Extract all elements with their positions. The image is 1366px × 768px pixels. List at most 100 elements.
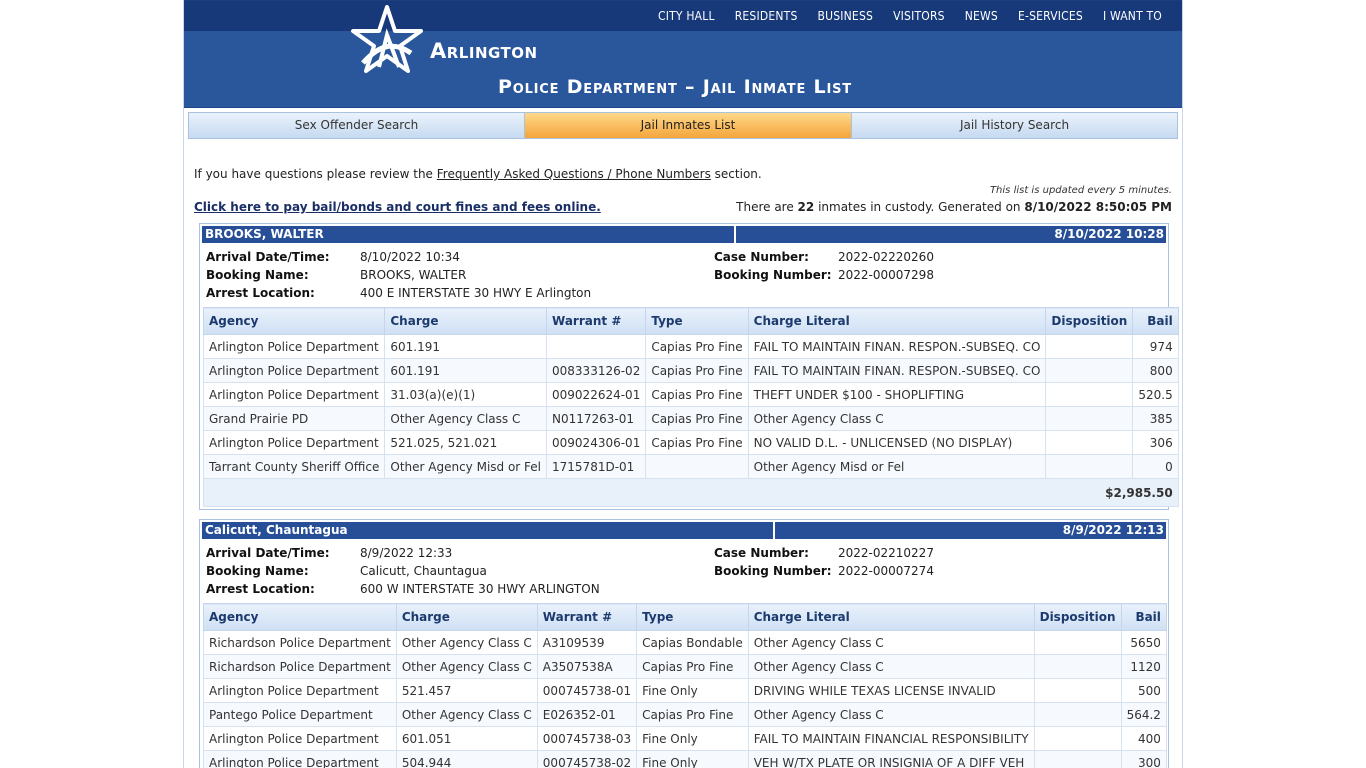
- cell-disposition: [1033, 726, 1122, 751]
- cell-type: [645, 454, 749, 479]
- col-bail: Bail: [1132, 307, 1179, 335]
- cell-agency: Arlington Police Department: [203, 678, 397, 703]
- col-warrant: Warrant #: [536, 603, 638, 631]
- cell-warrant: [546, 334, 647, 359]
- col-charge: Charge: [395, 603, 538, 631]
- inmate-header: BROOKS, WALTER 8/10/2022 10:28: [202, 226, 1166, 243]
- cell-type: Fine Only: [636, 750, 749, 768]
- cell-agency: Arlington Police Department: [203, 750, 397, 768]
- tab-jail-history-search[interactable]: Jail History Search: [852, 113, 1177, 138]
- cell-literal: Other Agency Class C: [747, 630, 1035, 655]
- table-row: Richardson Police Department Other Agenc…: [203, 630, 1167, 655]
- cell-charge: 521.457: [395, 678, 538, 703]
- cell-agency: Arlington Police Department: [202, 430, 386, 455]
- inmate-card: BROOKS, WALTER 8/10/2022 10:28 Arrival D…: [199, 223, 1179, 510]
- table-row: Arlington Police Department 601.191 Capi…: [202, 334, 1179, 359]
- cell-bail: 520.5: [1132, 382, 1179, 407]
- cell-literal: FAIL TO MAINTAIN FINAN. RESPON.-SUBSEQ. …: [747, 358, 1047, 383]
- cell-bail: 564.2: [1120, 702, 1167, 727]
- cell-warrant: 000745738-01: [536, 678, 638, 703]
- logo-text[interactable]: Arlington: [430, 39, 538, 63]
- cell-bail: 5650: [1120, 630, 1167, 655]
- cell-bail: 500: [1120, 678, 1167, 703]
- col-type: Type: [645, 307, 749, 335]
- cell-bail: 300: [1120, 750, 1167, 768]
- cell-agency: Arlington Police Department: [202, 358, 386, 383]
- tab-jail-inmates-list[interactable]: Jail Inmates List: [525, 113, 852, 138]
- col-disposition: Disposition: [1033, 603, 1122, 631]
- arrival-value: 8/10/2022 10:34: [360, 250, 460, 264]
- cell-agency: Arlington Police Department: [203, 726, 397, 751]
- col-charge-literal: Charge Literal: [747, 307, 1047, 335]
- nav-e-services[interactable]: E-SERVICES: [1018, 9, 1083, 23]
- tab-sex-offender-search[interactable]: Sex Offender Search: [189, 113, 525, 138]
- cell-disposition: [1045, 334, 1134, 359]
- cell-bail: 1120: [1120, 654, 1167, 679]
- nav-i-want-to[interactable]: I WANT TO: [1103, 9, 1162, 23]
- pay-bail-link[interactable]: Click here to pay bail/bonds and court f…: [194, 200, 601, 214]
- booking-number-label: Booking Number:: [714, 564, 832, 578]
- nav-business[interactable]: BUSINESS: [818, 9, 874, 23]
- cell-bail: 400: [1120, 726, 1167, 751]
- cell-warrant: 009022624-01: [546, 382, 647, 407]
- col-charge: Charge: [384, 307, 548, 335]
- cell-charge: Other Agency Class C: [384, 406, 548, 431]
- cell-literal: FAIL TO MAINTAIN FINAN. RESPON.-SUBSEQ. …: [747, 334, 1047, 359]
- total-row: $2,985.50: [203, 478, 1179, 507]
- table-row: Arlington Police Department 31.03(a)(e)(…: [202, 382, 1179, 407]
- arrival-value: 8/9/2022 12:33: [360, 546, 453, 560]
- case-number-label: Case Number:: [714, 250, 809, 264]
- faq-link[interactable]: Frequently Asked Questions / Phone Numbe…: [437, 167, 711, 181]
- cell-warrant: 000745738-02: [536, 750, 638, 768]
- cell-agency: Grand Prairie PD: [202, 406, 386, 431]
- case-number-value: 2022-02210227: [838, 546, 934, 560]
- table-row: Richardson Police Department Other Agenc…: [203, 654, 1167, 679]
- nav-visitors[interactable]: VISITORS: [893, 9, 945, 23]
- charges-table: Agency Charge Warrant # Type Charge Lite…: [203, 603, 1167, 768]
- generated-time: 8/10/2022 8:50:05 PM: [1024, 200, 1172, 214]
- inmate-date: 8/9/2022 12:13: [1062, 523, 1164, 537]
- cell-literal: VEH W/TX PLATE OR INSIGNIA OF A DIFF VEH: [747, 750, 1035, 768]
- star-logo-icon[interactable]: [349, 5, 424, 75]
- arrest-location-label: Arrest Location:: [206, 286, 315, 300]
- cell-type: Capias Pro Fine: [645, 406, 749, 431]
- col-agency: Agency: [203, 603, 397, 631]
- custody-prefix: There are: [736, 200, 798, 214]
- nav-news[interactable]: NEWS: [965, 9, 998, 23]
- cell-charge: Other Agency Class C: [395, 630, 538, 655]
- inmate-header: Calicutt, Chauntagua 8/9/2022 12:13: [202, 522, 1166, 539]
- intro-prefix: If you have questions please review the: [194, 167, 437, 181]
- cell-bail: 385: [1132, 406, 1179, 431]
- cell-warrant: E026352-01: [536, 702, 638, 727]
- nav-residents[interactable]: RESIDENTS: [735, 9, 798, 23]
- cell-disposition: [1033, 702, 1122, 727]
- cell-agency: Arlington Police Department: [202, 382, 386, 407]
- cell-type: Fine Only: [636, 726, 749, 751]
- cell-charge: 601.051: [395, 726, 538, 751]
- cell-literal: Other Agency Misd or Fel: [747, 454, 1047, 479]
- page: CITY HALL RESIDENTS BUSINESS VISITORS NE…: [183, 0, 1183, 768]
- case-number-label: Case Number:: [714, 546, 809, 560]
- cell-literal: Other Agency Class C: [747, 406, 1047, 431]
- inmate-name: Calicutt, Chauntagua: [202, 522, 775, 539]
- cell-disposition: [1045, 382, 1134, 407]
- arrival-label: Arrival Date/Time:: [206, 250, 330, 264]
- nav-city-hall[interactable]: CITY HALL: [658, 9, 715, 23]
- col-disposition: Disposition: [1045, 307, 1134, 335]
- charges-table: Agency Charge Warrant # Type Charge Lite…: [202, 307, 1179, 507]
- cell-warrant: A3109539: [536, 630, 638, 655]
- cell-warrant: 000745738-03: [536, 726, 638, 751]
- inmate-date: 8/10/2022 10:28: [1054, 227, 1164, 241]
- table-row: Arlington Police Department 521.457 0007…: [203, 678, 1167, 703]
- cell-warrant: 009024306-01: [546, 430, 647, 455]
- arrest-location-value: 600 W INTERSTATE 30 HWY ARLINGTON: [360, 582, 600, 596]
- booking-number-label: Booking Number:: [714, 268, 832, 282]
- cell-charge: 601.191: [384, 358, 548, 383]
- cell-warrant: 008333126-02: [546, 358, 647, 383]
- intro-text: If you have questions please review the …: [194, 167, 762, 181]
- cell-type: Capias Pro Fine: [636, 702, 749, 727]
- tab-bar: Sex Offender Search Jail Inmates List Ja…: [188, 112, 1178, 139]
- booking-name-value: Calicutt, Chauntagua: [360, 564, 487, 578]
- booking-name-label: Booking Name:: [206, 268, 309, 282]
- cell-agency: Arlington Police Department: [202, 334, 386, 359]
